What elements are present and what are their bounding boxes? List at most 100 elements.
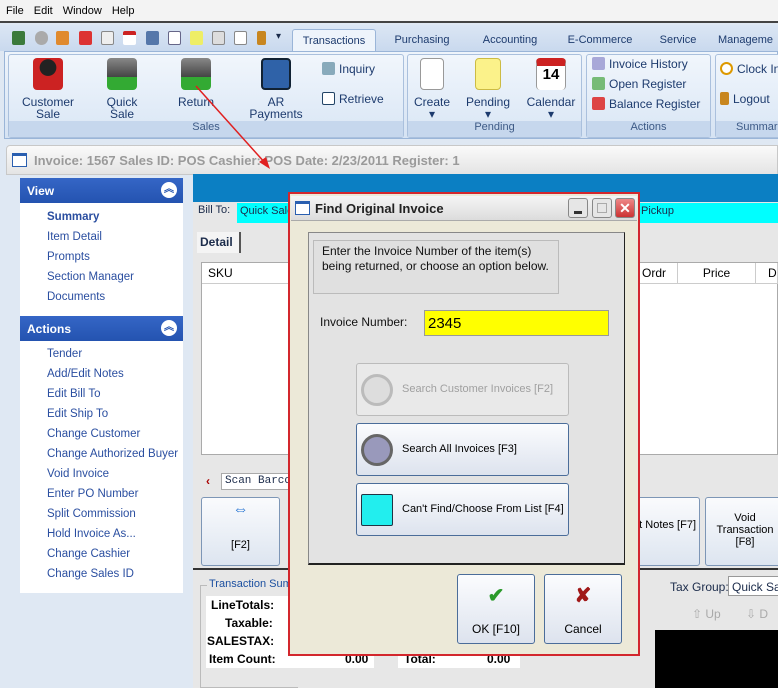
- search-all-invoices-button[interactable]: Search All Invoices [F3]: [356, 423, 569, 476]
- sidebar-item[interactable]: Change Cashier: [47, 548, 130, 560]
- item-count-label: Item Count:: [209, 652, 276, 666]
- database-arrow-icon: [107, 58, 137, 90]
- tab-management[interactable]: Manageme: [718, 29, 778, 51]
- lock-icon[interactable]: [257, 31, 266, 45]
- calendar-icon[interactable]: [123, 31, 136, 45]
- down-button[interactable]: ⇩ D: [746, 607, 768, 621]
- blank-icon[interactable]: [234, 31, 247, 45]
- create-button[interactable]: Create ▾: [412, 58, 452, 120]
- label: Customer Sale: [21, 95, 74, 121]
- customer-sale-button[interactable]: Customer Sale: [18, 58, 78, 120]
- sidebar-item[interactable]: Prompts: [47, 251, 90, 263]
- sidebar-item[interactable]: Hold Invoice As...: [47, 528, 136, 540]
- label: Create: [413, 95, 451, 109]
- invoice-history-button[interactable]: Invoice History: [592, 57, 688, 71]
- label: Quick Sale: [106, 95, 138, 121]
- retrieve-button[interactable]: Retrieve: [322, 92, 384, 106]
- logout-button[interactable]: Logout: [720, 92, 770, 106]
- pending-button[interactable]: Pending ▾: [464, 58, 512, 120]
- tab-transactions[interactable]: Transactions: [292, 29, 376, 51]
- cancel-button[interactable]: ✘ Cancel: [544, 574, 622, 644]
- label: Pending: [465, 95, 511, 109]
- quick-sale-button[interactable]: Quick Sale: [100, 58, 144, 120]
- sidebar-item[interactable]: Tender: [47, 348, 82, 360]
- search-customer-invoices-button[interactable]: Search Customer Invoices [F2]: [356, 363, 569, 416]
- form-icon[interactable]: [212, 31, 225, 45]
- user-icon[interactable]: [12, 31, 25, 45]
- sidebar-item[interactable]: Change Sales ID: [47, 568, 134, 580]
- users-icon[interactable]: [56, 31, 69, 45]
- ok-button[interactable]: ✔ OK [F10]: [457, 574, 535, 644]
- pickup-label: Pickup: [641, 205, 675, 217]
- sidebar-item[interactable]: Documents: [47, 291, 105, 303]
- invoice-header: Invoice: 1567 Sales ID: POS Cashier: POS…: [6, 145, 778, 175]
- sidebar-item[interactable]: Add/Edit Notes: [47, 368, 124, 380]
- clock-in-button[interactable]: Clock In: [720, 62, 778, 76]
- invoice-number-input[interactable]: [424, 310, 609, 336]
- maximize-icon: [597, 203, 607, 213]
- menu-help[interactable]: Help: [106, 0, 139, 17]
- f2-button[interactable]: ⇔ [F2]: [201, 497, 280, 566]
- tab-detail[interactable]: Detail: [197, 232, 241, 253]
- sidebar-item[interactable]: Split Commission: [47, 508, 136, 520]
- menu-edit[interactable]: Edit: [28, 0, 57, 17]
- tax-group-label: Tax Group:: [670, 580, 729, 594]
- minimize-button[interactable]: [568, 198, 588, 218]
- clipboard-icon: [322, 92, 335, 105]
- sidebar-item[interactable]: Enter PO Number: [47, 488, 138, 500]
- sidebar-item[interactable]: Change Customer: [47, 428, 140, 440]
- cant-find-choose-button[interactable]: Can't Find/Choose From List [F4]: [356, 483, 569, 536]
- sidebar-item[interactable]: Item Detail: [47, 231, 102, 243]
- balance-register-button[interactable]: Balance Register: [592, 97, 700, 111]
- tab-purchasing[interactable]: Purchasing: [386, 29, 458, 51]
- tab-ecommerce[interactable]: E-Commerce: [562, 29, 638, 51]
- maximize-button[interactable]: [592, 198, 612, 218]
- up-button[interactable]: ⇧ Up: [692, 607, 721, 621]
- tab-accounting[interactable]: Accounting: [472, 29, 548, 51]
- menu-window[interactable]: Window: [57, 0, 106, 17]
- scan-barcode-input[interactable]: Scan Barcode: [221, 473, 291, 490]
- value: Quick Sale: [240, 205, 294, 217]
- checkmark-icon: ✔: [487, 585, 505, 607]
- person-icon[interactable]: [79, 31, 92, 45]
- group-label: Summar: [716, 121, 778, 137]
- sidebar-item[interactable]: Edit Bill To: [47, 388, 100, 400]
- menu-bar: File Edit Window Help: [0, 0, 778, 23]
- sidebar-item[interactable]: Section Manager: [47, 271, 134, 283]
- menu-file[interactable]: File: [0, 0, 28, 17]
- sidebar-item[interactable]: Void Invoice: [47, 468, 109, 480]
- collapse-icon[interactable]: ︽: [161, 320, 177, 336]
- actions-section-header[interactable]: Actions ︽: [20, 316, 183, 341]
- inquiry-button[interactable]: Inquiry: [322, 62, 375, 76]
- sidebar-item[interactable]: Summary: [47, 211, 99, 223]
- gear-icon[interactable]: [35, 31, 48, 45]
- sidebar-item[interactable]: Change Authorized Buyer: [47, 448, 178, 460]
- label: Inquiry: [339, 62, 376, 76]
- column-d[interactable]: D: [762, 263, 778, 283]
- return-button[interactable]: Return: [172, 58, 220, 108]
- label: Search All Invoices [F3]: [402, 443, 517, 455]
- customize-dropdown-icon[interactable]: ▾: [276, 31, 281, 42]
- tax-group-select[interactable]: Quick Sale: [728, 576, 778, 596]
- ar-payments-icon: [261, 58, 291, 90]
- calendar30-icon[interactable]: [168, 31, 181, 45]
- document-icon[interactable]: [101, 31, 114, 45]
- ar-payments-button[interactable]: AR Payments: [246, 58, 306, 120]
- notes-icon[interactable]: [190, 31, 203, 45]
- calendar-button[interactable]: 14 Calendar ▾: [526, 58, 576, 120]
- sidebar-item[interactable]: Edit Ship To: [47, 408, 108, 420]
- view-section-header[interactable]: View ︽: [20, 178, 183, 203]
- collapse-arrow-icon[interactable]: ‹: [206, 474, 210, 488]
- column-sku[interactable]: SKU: [202, 263, 290, 283]
- column-price[interactable]: Price: [678, 263, 756, 283]
- column-ordr[interactable]: Ordr: [636, 263, 678, 283]
- label: Balance Register: [609, 97, 701, 111]
- tab-service[interactable]: Service: [652, 29, 704, 51]
- notes-f7-button[interactable]: t Notes [F7]: [630, 497, 700, 566]
- open-register-button[interactable]: Open Register: [592, 77, 686, 91]
- taxable-label: Taxable:: [225, 616, 273, 630]
- void-transaction-button[interactable]: Void Transaction [F8]: [705, 497, 778, 566]
- collapse-icon[interactable]: ︽: [161, 182, 177, 198]
- calculator-icon[interactable]: [146, 31, 159, 45]
- close-button[interactable]: ✕: [615, 198, 635, 218]
